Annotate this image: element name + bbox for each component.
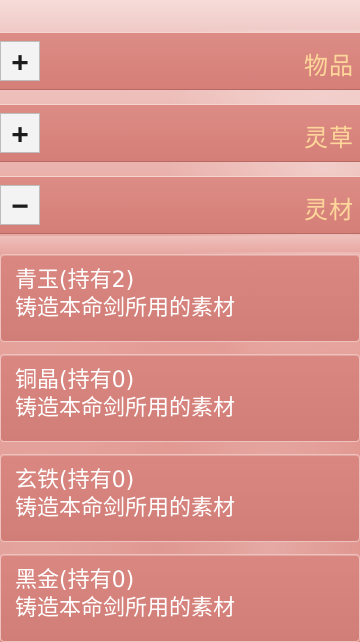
list-item[interactable]: 铜晶(持有0) 铸造本命剑所用的素材 — [0, 354, 360, 442]
expand-button[interactable]: + — [0, 41, 40, 81]
item-name: 玄铁(持有0) — [15, 468, 135, 493]
item-description: 铸造本命剑所用的素材 — [15, 596, 236, 621]
category-row-items[interactable]: + 物品 — [0, 32, 360, 90]
item-name: 铜晶(持有0) — [15, 368, 135, 393]
item-description: 铸造本命剑所用的素材 — [15, 296, 236, 321]
list-item[interactable]: 玄铁(持有0) 铸造本命剑所用的素材 — [0, 454, 360, 542]
item-name: 青玉(持有2) — [15, 268, 135, 293]
item-description: 铸造本命剑所用的素材 — [15, 496, 236, 521]
section-divider — [0, 236, 360, 252]
list-item[interactable]: 青玉(持有2) 铸造本命剑所用的素材 — [0, 254, 360, 342]
top-decoration — [0, 0, 360, 30]
item-description: 铸造本命剑所用的素材 — [15, 396, 236, 421]
list-item[interactable]: 黑金(持有0) 铸造本命剑所用的素材 — [0, 554, 360, 642]
item-name: 黑金(持有0) — [15, 568, 135, 593]
category-row-materials[interactable]: − 灵材 — [0, 176, 360, 234]
category-label: 灵材 — [304, 196, 354, 224]
category-label: 灵草 — [304, 124, 354, 152]
collapse-button[interactable]: − — [0, 185, 40, 225]
category-label: 物品 — [304, 52, 354, 80]
expand-button[interactable]: + — [0, 113, 40, 153]
category-row-herbs[interactable]: + 灵草 — [0, 104, 360, 162]
